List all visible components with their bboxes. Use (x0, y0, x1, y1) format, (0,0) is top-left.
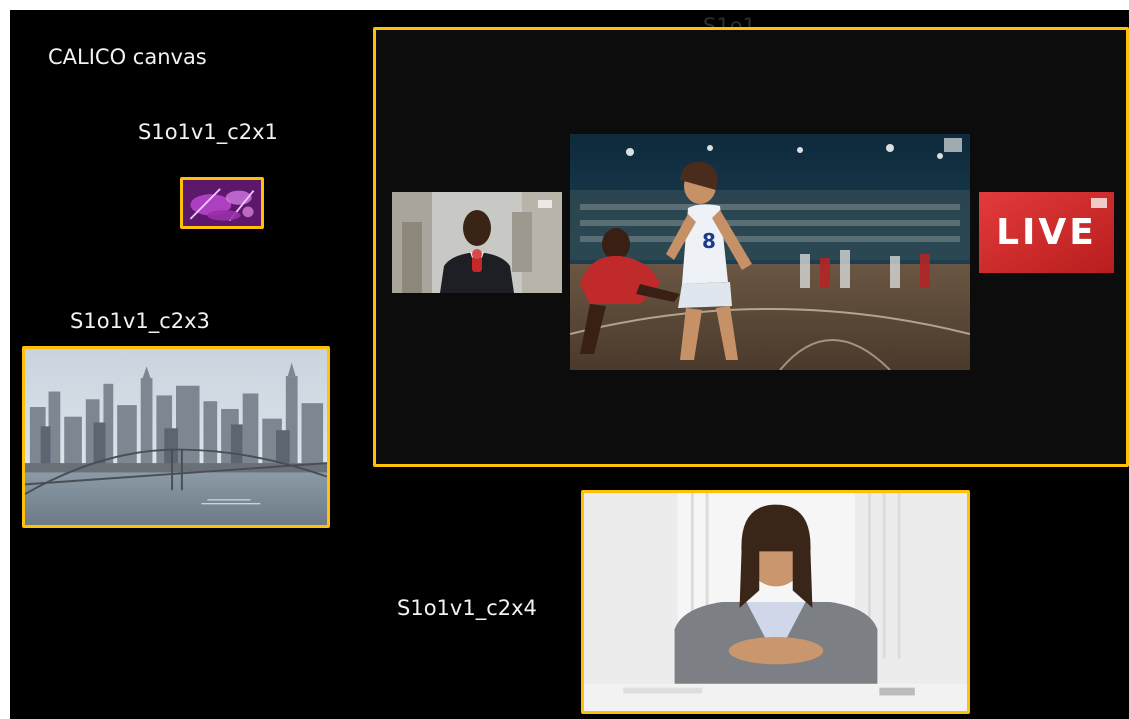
window-label-c2x4: S1o1v1_c2x4 (397, 596, 537, 620)
basketball-game-image: 8 (570, 134, 970, 370)
video-window-c2x3[interactable] (22, 346, 330, 528)
tile-reporter[interactable] (392, 192, 562, 293)
drum-thumbnail (183, 180, 261, 226)
video-window-c2x1[interactable] (180, 177, 264, 229)
window-label-c2x3: S1o1v1_c2x3 (70, 309, 210, 333)
window-label-c2x1: S1o1v1_c2x1 (138, 120, 278, 144)
woman-at-desk-image (584, 493, 967, 711)
news-reporter-image (392, 192, 562, 293)
tile-basketball-game[interactable]: 8 (570, 134, 970, 370)
calico-stage: CALICO canvas S1o1v1_c2x1 S1o1v1_c2x3 S1… (0, 0, 1129, 719)
canvas-title: CALICO canvas (48, 45, 207, 69)
video-window-c2x4[interactable] (581, 490, 970, 714)
live-text: LIVE (996, 212, 1097, 253)
city-skyline-image (25, 349, 327, 525)
tile-live-badge[interactable]: LIVE (979, 192, 1114, 273)
video-window-main[interactable]: 8 LIVE (373, 27, 1129, 467)
jersey-number-text: 8 (702, 229, 716, 253)
